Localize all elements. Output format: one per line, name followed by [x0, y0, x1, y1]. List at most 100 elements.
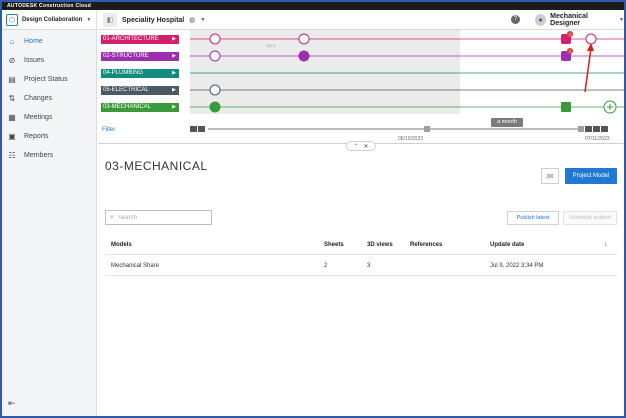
skip-end-icon[interactable] — [601, 126, 608, 132]
app-header: ⬡ Design Collaboration ▼ ◧ Speciality Ho… — [2, 10, 624, 30]
reports-icon: ▣ — [8, 131, 16, 141]
play-icon: ▶ — [172, 70, 176, 76]
milestone-marker[interactable] — [209, 50, 221, 62]
package-detail: 03-MECHANICAL ✉ Project Model ⌕ Publish … — [98, 145, 624, 416]
search-icon: ⌕ — [110, 213, 114, 221]
sidebar-item-label: Reports — [24, 132, 49, 140]
sidebar-item-label: Members — [24, 151, 54, 159]
user-name: Mechanical Designer — [550, 13, 588, 27]
sidebar-item-meetings[interactable]: ▦ Meetings — [2, 108, 97, 126]
model-name[interactable]: Mechanical Share — [111, 263, 159, 269]
sidebar-item-label: Meetings — [24, 113, 53, 121]
column-header-3d-views[interactable]: 3D views — [367, 242, 393, 248]
column-header-update-date[interactable]: Update date — [490, 242, 524, 248]
package-label: 03-MECHANICAL — [103, 104, 152, 110]
week-marker: Sync — [266, 43, 277, 48]
previous-icon[interactable] — [198, 126, 205, 132]
sort-descending-icon[interactable]: ↓ — [604, 241, 608, 248]
project-thumbnail-icon: ◧ — [103, 13, 117, 27]
package-label: 02-STRUCTURE — [103, 53, 149, 59]
play-icon: ▶ — [172, 104, 176, 110]
annotation-arrow-head — [587, 43, 594, 51]
filter-link[interactable]: Filter — [102, 127, 115, 133]
sidebar-item-label: Home — [24, 37, 43, 45]
sidebar-item-issues[interactable]: ⊘ Issues — [2, 51, 97, 69]
members-icon: ☷ — [8, 150, 16, 160]
package-timeline: 01-ARCHITECTURE ▶ 02-STRUCTURE ▶ 04-PLUMBI… — [98, 30, 624, 144]
sidebar-item-project-status[interactable]: ▤ Project Status — [2, 70, 97, 88]
collapse-sidebar-icon[interactable]: ⇤ — [8, 398, 16, 409]
issues-icon: ⊘ — [8, 55, 16, 65]
project-model-button[interactable]: Project Model — [565, 168, 617, 184]
sidebar-item-label: Project Status — [24, 75, 68, 83]
package-label: 01-ARCHITECTURE — [103, 36, 159, 42]
milestone-marker[interactable] — [209, 84, 221, 96]
sidebar-item-reports[interactable]: ▣ Reports — [2, 127, 97, 145]
chevron-down-icon: ▼ — [86, 17, 92, 23]
play-icon: ▶ — [172, 53, 176, 59]
past-range-shade — [190, 30, 460, 114]
module-switcher[interactable]: ⬡ Design Collaboration ▼ — [2, 10, 97, 30]
milestone-marker[interactable] — [585, 33, 597, 45]
column-header-sheets[interactable]: Sheets — [324, 242, 344, 248]
step-back-icon[interactable] — [190, 126, 197, 132]
table-row[interactable]: Mechanical Share 2 3 Jul 9, 2022 3:34 PM — [105, 256, 617, 276]
page-title: 03-MECHANICAL — [105, 159, 208, 173]
range-label: a month — [491, 118, 523, 127]
sidebar-item-label: Changes — [24, 94, 53, 102]
column-header-models[interactable]: Models — [111, 242, 132, 248]
table-header: Models Sheets 3D views References Update… — [105, 235, 617, 255]
package-plumbing[interactable]: 04-PLUMBING ▶ — [101, 69, 179, 78]
package-label: 05-ELECTRICAL — [103, 87, 149, 93]
avatar: ● — [535, 14, 547, 26]
play-icon: ▶ — [172, 36, 176, 42]
sidebar: ⌂ Home ⊘ Issues ▤ Project Status ⇅ Chang… — [2, 30, 97, 416]
milestone-marker[interactable] — [298, 50, 310, 62]
range-start-handle[interactable] — [424, 126, 430, 132]
package-architecture[interactable]: 01-ARCHITECTURE ▶ — [101, 35, 179, 44]
user-menu[interactable]: ● Mechanical Designer ▼ — [535, 12, 624, 28]
meetings-icon: ▦ — [8, 112, 16, 122]
package-electrical[interactable]: 05-ELECTRICAL ▶ — [101, 86, 179, 95]
brand-logo: AUTODESK Construction Cloud — [7, 3, 92, 9]
package-list: 01-ARCHITECTURE ▶ 02-STRUCTURE ▶ 04-PLUMBI… — [98, 30, 188, 144]
search-input[interactable] — [117, 214, 208, 221]
email-button[interactable]: ✉ — [541, 168, 559, 184]
milestone-marker[interactable] — [209, 101, 221, 113]
project-selector[interactable]: ◧ Speciality Hospital ◍ ▼ — [103, 12, 205, 28]
project-name: Speciality Hospital — [122, 16, 185, 24]
changes-icon: ⇅ — [8, 93, 16, 103]
next-icon[interactable] — [585, 126, 592, 132]
globe-icon: ◍ — [189, 17, 196, 24]
chevron-down-icon: ▼ — [200, 17, 206, 23]
sidebar-item-changes[interactable]: ⇅ Changes — [2, 89, 97, 107]
column-header-references[interactable]: References — [410, 242, 442, 248]
milestone-marker[interactable] — [209, 33, 221, 45]
search-box[interactable]: ⌕ — [105, 210, 212, 225]
play-icon: ▶ — [172, 87, 176, 93]
project-status-icon: ▤ — [8, 74, 16, 84]
range-end-handle[interactable] — [578, 126, 584, 132]
publish-latest-button[interactable]: Publish latest — [507, 211, 559, 225]
views-count: 3 — [367, 263, 371, 269]
step-forward-icon[interactable] — [593, 126, 600, 132]
timeline-chart: Sync 2 2 — [190, 30, 624, 132]
package-label: 04-PLUMBING — [103, 70, 144, 76]
package-structure[interactable]: 02-STRUCTURE ▶ — [101, 52, 179, 61]
sidebar-item-members[interactable]: ☷ Members — [2, 146, 97, 164]
help-icon[interactable]: ? — [511, 15, 520, 24]
range-end-date: 07/11/2022 — [585, 136, 610, 142]
annotation-arrow — [584, 47, 592, 93]
envelope-icon: ✉ — [546, 171, 554, 181]
package-share-marker[interactable] — [561, 102, 571, 112]
sidebar-item-home[interactable]: ⌂ Home — [2, 32, 97, 50]
brand-bar: AUTODESK Construction Cloud — [2, 2, 624, 10]
milestone-marker[interactable] — [298, 33, 310, 45]
module-label: Design Collaboration — [22, 17, 83, 23]
design-collaboration-icon: ⬡ — [6, 14, 18, 26]
schedule-publish-button[interactable]: Schedule publish — [563, 211, 617, 225]
home-icon: ⌂ — [9, 36, 15, 46]
update-date: Jul 9, 2022 3:34 PM — [490, 263, 544, 269]
chevron-down-icon: ▼ — [619, 17, 624, 23]
package-mechanical[interactable]: 03-MECHANICAL ▶ — [101, 103, 179, 112]
